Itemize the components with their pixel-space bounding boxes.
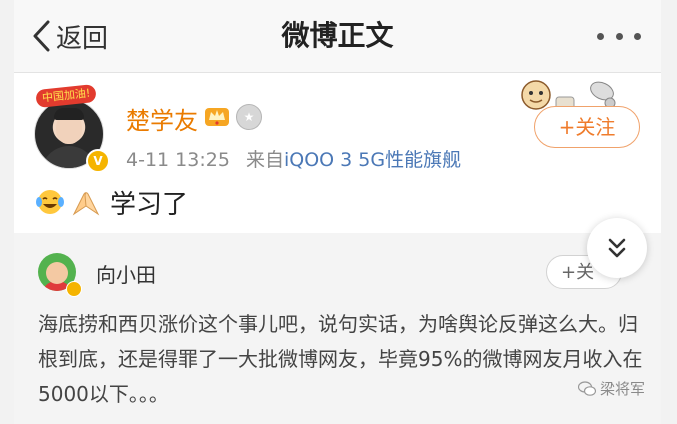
more-dot [597, 32, 604, 40]
post-content: 学习了 [34, 184, 188, 220]
device-link[interactable]: iQOO 3 5G性能旗舰 [284, 149, 461, 171]
post-text: 学习了 [110, 189, 189, 220]
verified-icon: V [86, 149, 110, 173]
post-card: 中国加油! V 楚学友 ★ 4-11 13:25 来自iQOO 3 5G性能旗舰… [14, 73, 661, 233]
post-meta: 4-11 13:25 来自iQOO 3 5G性能旗舰 [126, 145, 461, 172]
watermark-text: 梁将军 [600, 380, 646, 398]
source-prefix: 来自 [245, 149, 284, 171]
page-title: 微博正文 [281, 19, 394, 52]
repost-card[interactable]: 向小田 +关 海底捞和西贝涨价这个事儿吧，说句实话，为啥舆论反弹这么大。归根到底… [14, 233, 661, 424]
follow-button[interactable]: +关注 [534, 106, 640, 148]
post-time: 4-11 13:25 [126, 149, 230, 171]
expand-button[interactable] [587, 218, 647, 278]
crown-icon [205, 108, 229, 126]
back-label: 返回 [56, 23, 109, 54]
post-username[interactable]: 楚学友 [126, 101, 198, 136]
more-dot [615, 32, 623, 40]
back-button[interactable]: 返回 [32, 16, 108, 56]
repost-avatar-face [46, 262, 68, 284]
medal-icon: ★ [236, 104, 262, 130]
repost-verified-icon [66, 281, 82, 297]
repost-text: 海底捞和西贝涨价这个事儿吧，说句实话，为啥舆论反弹这么大。归根到底，还是得罪了一… [38, 312, 643, 406]
more-icon[interactable] [597, 26, 641, 46]
crying-laughing-emoji-icon [36, 190, 64, 214]
watermark: 梁将军 [578, 378, 645, 399]
avatar[interactable]: 中国加油! V [34, 83, 110, 173]
top-nav-bar: 返回 微博正文 [14, 0, 661, 73]
repost-username[interactable]: 向小田 [96, 259, 156, 288]
chevron-left-icon [33, 20, 50, 52]
more-dot [634, 32, 641, 40]
praying-hands-emoji-icon [72, 192, 100, 216]
wechat-icon [578, 380, 596, 396]
avatar-hair [54, 108, 84, 120]
weibo-post-screen: 返回 微博正文 中国加油! V 楚学友 ★ 4-11 13:25 来自iQOO … [14, 0, 661, 424]
double-chevron-down-icon [608, 238, 626, 258]
